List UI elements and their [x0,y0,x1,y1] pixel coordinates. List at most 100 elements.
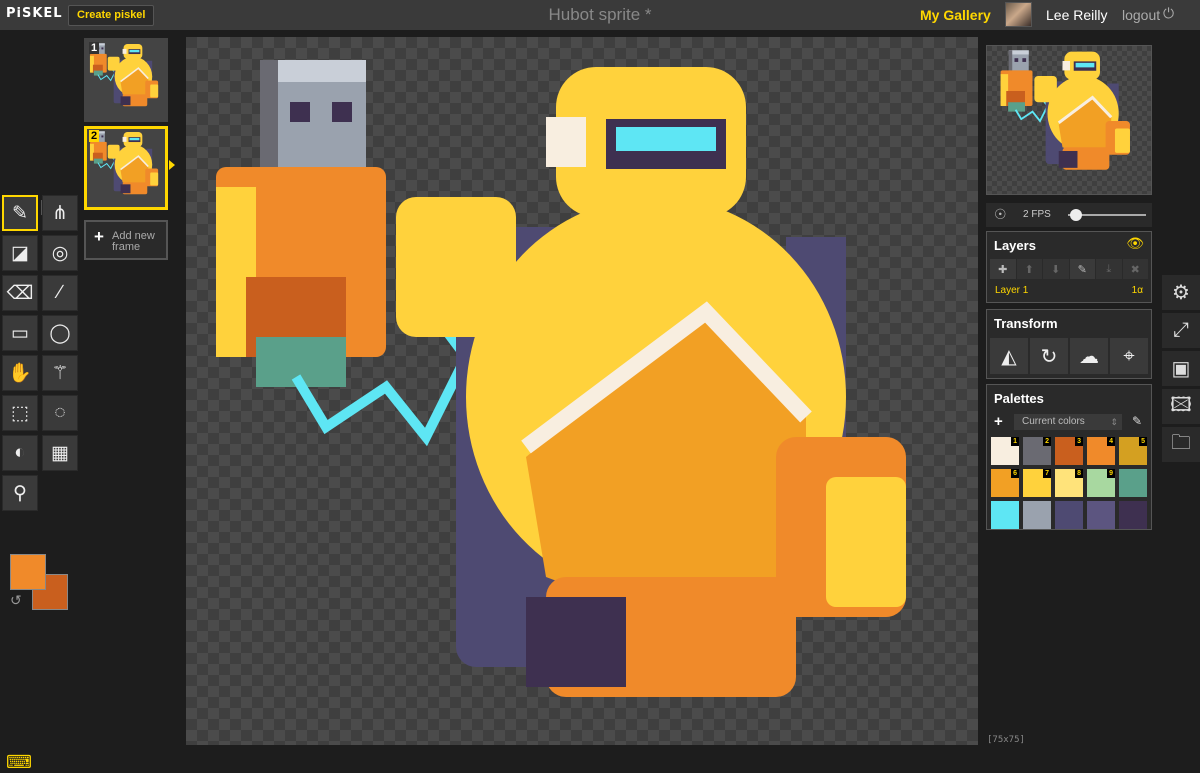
paint-all-tool[interactable]: ◎ [42,235,78,271]
animation-preview[interactable] [986,45,1152,195]
swatch-number: 5 [1139,437,1147,446]
dithering-tool[interactable]: ▦ [42,435,78,471]
pencil-icon: ✎ [1077,263,1087,276]
flip-button[interactable]: ◭ [990,338,1028,374]
delete-layer-button[interactable]: ✖ [1122,259,1148,279]
layer-item-name[interactable]: Layer 1 [995,285,1028,296]
preview-sprite-image [1000,50,1130,170]
import-button[interactable]: 🗀 [1162,427,1200,463]
onion-skin-icon[interactable]: ☉ [994,206,1007,223]
add-layer-button[interactable]: ✚ [990,259,1016,279]
transform-panel: Transform ◭ ↻ ☁ ⌖ [986,309,1152,379]
add-frame-button[interactable]: + Add new frame [84,220,168,260]
select-arrows-icon: ⇕ [1110,417,1118,427]
move-layer-down-button[interactable]: ⬇ [1043,259,1069,279]
plus-icon: + [94,227,104,246]
magic-wand-tool[interactable]: ⚚ [42,355,78,391]
dithering-icon: ▦ [51,442,69,464]
palette-swatch[interactable]: 1 [991,437,1019,465]
lasso-select-tool[interactable]: ◌ [42,395,78,431]
open-folder-icon: 🗀 [1171,431,1191,454]
edit-layer-button[interactable]: ✎ [1069,259,1095,279]
save-icon: ▣ [1171,358,1191,380]
layer-toolbar: ✚ ⬆ ⬇ ✎ ⤓ ✖ [990,259,1148,279]
rotate-icon: ↻ [1040,345,1058,368]
swatch-number: 6 [1011,469,1019,478]
avatar[interactable] [1005,2,1032,27]
ellipse-tool[interactable]: ◯ [42,315,78,351]
rect-select-icon: ⬚ [11,402,29,424]
paint-all-icon: ◎ [51,242,69,264]
palette-swatch[interactable]: 7 [1023,469,1051,497]
palette-swatch[interactable]: 9 [1087,469,1115,497]
keyboard-icon[interactable]: ⌨ [6,752,32,773]
power-icon[interactable]: ⏻ [1163,5,1174,22]
merge-layer-button[interactable]: ⤓ [1096,259,1122,279]
align-center-button[interactable]: ⌖ [1110,338,1148,374]
save-button[interactable]: ▣ [1162,351,1200,387]
transform-title: Transform [994,316,1058,331]
palette-swatch[interactable] [1055,501,1083,529]
drawing-canvas[interactable] [186,37,978,745]
my-gallery-link[interactable]: My Gallery [920,7,991,23]
vertical-mirror-pen-tool[interactable]: ⋔ [42,195,78,231]
frame-thumbnail-selected[interactable]: 2 [84,126,168,210]
palette-swatch[interactable]: 2 [1023,437,1051,465]
eye-icon[interactable]: 👁 [1126,235,1144,252]
selected-frame-arrow [169,160,175,170]
color-picker-tool[interactable]: ⚲ [2,475,38,511]
user-name-link[interactable]: Lee Reilly [1046,7,1107,23]
rectangle-tool[interactable]: ▭ [2,315,38,351]
move-tool[interactable]: ✋ [2,355,38,391]
fps-slider-thumb[interactable] [1070,209,1082,221]
move-layer-up-button[interactable]: ⬆ [1016,259,1042,279]
tools-panel: ✎ ⋔ ◪ ◎ ⌫ ∕ ▭ ◯ ✋ ⚚ ⬚ ◌ ◐ ▦ ⚲ ↺ ⌨ [0,30,82,772]
palette-swatch[interactable]: 3 [1055,437,1083,465]
export-image-icon: 🖾 [1170,393,1192,416]
palette-swatch[interactable]: 4 [1087,437,1115,465]
palette-select[interactable]: Current colors ⇕ [1014,414,1122,430]
settings-button[interactable]: ⚙ [1162,275,1200,311]
frame-number: 2 [89,130,100,142]
piskel-logo[interactable]: PiSKEL [6,6,63,21]
pen-tool[interactable]: ✎ [2,195,38,231]
layer-item-opacity[interactable]: 1α [1132,285,1143,296]
fps-control: ☉ 2 FPS [986,203,1152,227]
logout-link[interactable]: logout [1122,7,1160,23]
lighten-tool[interactable]: ◐ [2,435,38,471]
palette-swatch[interactable]: 8 [1055,469,1083,497]
frame-thumbnail[interactable]: 1 [84,38,168,122]
palette-swatch[interactable] [991,501,1019,529]
clone-button[interactable]: ☁ [1070,338,1108,374]
palette-swatch[interactable]: 6 [991,469,1019,497]
export-button[interactable]: 🖾 [1162,389,1200,425]
add-palette-button[interactable]: + [994,413,1003,430]
arrow-up-icon: ⬆ [1024,263,1034,276]
magic-wand-icon: ⚚ [51,362,69,384]
palette-swatch[interactable]: 5 [1119,437,1147,465]
create-piskel-button[interactable]: Create piskel [68,5,155,26]
vertical-mirror-pen-icon: ⋔ [52,202,68,224]
rotate-button[interactable]: ↻ [1030,338,1068,374]
eraser-tool[interactable]: ⌫ [2,275,38,311]
primary-color-swatch[interactable] [10,554,46,590]
rect-select-tool[interactable]: ⬚ [2,395,38,431]
palette-swatch[interactable] [1119,469,1147,497]
edit-palette-button[interactable]: ✎ [1132,414,1142,428]
palette-swatch[interactable] [1023,501,1051,529]
swap-colors-icon[interactable]: ↺ [10,592,22,609]
swatch-number: 1 [1011,437,1019,446]
move-icon: ✋ [8,363,32,384]
eraser-icon: ⌫ [6,282,34,304]
paint-bucket-tool[interactable]: ◪ [2,235,38,271]
arrow-down-icon: ⬇ [1051,263,1061,276]
stroke-tool[interactable]: ∕ [42,275,78,311]
palette-swatch[interactable] [1087,501,1115,529]
resize-button[interactable]: ⤢ [1162,313,1200,349]
sprite-canvas-image [216,60,906,697]
swatch-number: 8 [1075,469,1083,478]
flip-icon: ◭ [1001,345,1017,368]
rectangle-icon: ▭ [11,322,29,344]
palette-swatch[interactable] [1119,501,1147,529]
swatch-number: 3 [1075,437,1083,446]
